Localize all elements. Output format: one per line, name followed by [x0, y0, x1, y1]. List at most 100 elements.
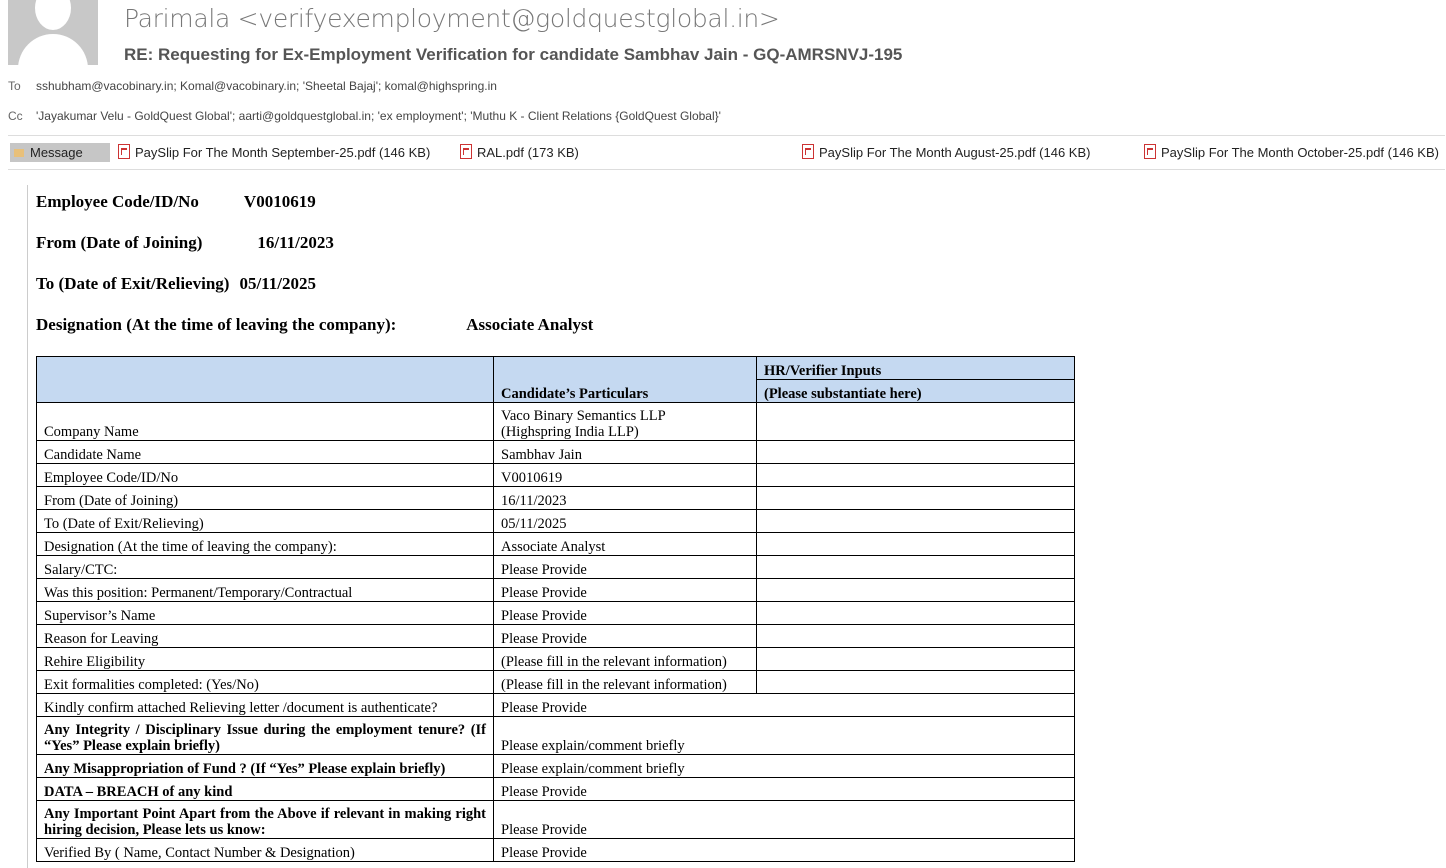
header-substantiate: (Please substantiate here) [756, 379, 1075, 403]
verification-table: Candidate’s Particulars HR/Verifier Input… [36, 356, 1075, 862]
hr-input-cell[interactable] [756, 647, 1075, 671]
row-label: Supervisor’s Name [36, 601, 494, 625]
attachment-ral[interactable]: RAL.pdf (173 KB) [460, 144, 579, 160]
attachment-bar: Message PaySlip For The Month September-… [8, 135, 1445, 170]
message-tab[interactable]: Message [10, 143, 110, 162]
attachment-label: PaySlip For The Month September-25.pdf (… [135, 145, 431, 160]
row-label: Any Integrity / Disciplinary Issue durin… [36, 716, 494, 755]
row-value: Please Provide [493, 578, 757, 602]
row-label: Verified By ( Name, Contact Number & Des… [36, 838, 494, 862]
hr-input-cell[interactable] [756, 486, 1075, 510]
row-label: Employee Code/ID/No [36, 463, 494, 487]
row-value: Please Provide [493, 838, 1075, 862]
attachment-payslip-august[interactable]: PaySlip For The Month August-25.pdf (146… [802, 144, 1090, 160]
hr-input-cell[interactable] [756, 555, 1075, 579]
hr-input-cell[interactable] [756, 463, 1075, 487]
attachment-label: PaySlip For The Month October-25.pdf (14… [1161, 145, 1439, 160]
cc-label: Cc [8, 109, 23, 123]
table-row: Exit formalities completed: (Yes/No) (Ple… [36, 670, 1075, 694]
row-label: Was this position: Permanent/Temporary/C… [36, 578, 494, 602]
label: To (Date of Exit/Relieving) [36, 274, 230, 293]
table-row: Any Integrity / Disciplinary Issue durin… [36, 716, 1075, 755]
table-row: Candidate Name Sambhav Jain [36, 440, 1075, 464]
value: Associate Analyst [466, 315, 594, 334]
hr-input-cell[interactable] [756, 670, 1075, 694]
pdf-icon [118, 144, 130, 159]
cc-line: Cc 'Jayakumar Velu - GoldQuest Global'; a… [8, 109, 721, 123]
row-label: To (Date of Exit/Relieving) [36, 509, 494, 533]
row-value: 16/11/2023 [493, 486, 757, 510]
employee-code-line: Employee Code/ID/No V0010619 [36, 192, 316, 212]
row-value: Please Provide [493, 693, 1075, 717]
to-recipients[interactable]: sshubham@vacobinary.in; Komal@vacobinary… [36, 79, 497, 93]
quote-divider [27, 185, 28, 868]
table-row: DATA – BREACH of any kind Please Provide [36, 777, 1075, 801]
row-value: Please Provide [493, 624, 757, 648]
row-value: Please explain/comment briefly [493, 754, 1075, 778]
row-value: Sambhav Jain [493, 440, 757, 464]
row-value: Associate Analyst [493, 532, 757, 556]
sender-avatar [8, 0, 98, 65]
email-subject: RE: Requesting for Ex-Employment Verific… [124, 45, 903, 64]
row-label: Salary/CTC: [36, 555, 494, 579]
attachment-payslip-september[interactable]: PaySlip For The Month September-25.pdf (… [118, 144, 430, 160]
label: Designation (At the time of leaving the … [36, 315, 397, 334]
table-row: To (Date of Exit/Relieving) 05/11/2025 [36, 509, 1075, 533]
row-value: Vaco Binary Semantics LLP (Highspring Ind… [493, 402, 757, 441]
hr-input-cell[interactable] [756, 601, 1075, 625]
row-value: Please Provide [493, 777, 1075, 801]
row-label: Any Important Point Apart from the Above… [36, 800, 494, 839]
hr-input-cell[interactable] [756, 402, 1075, 441]
envelope-icon [14, 149, 24, 157]
value: 16/11/2023 [257, 233, 334, 252]
header-hr-inputs: HR/Verifier Inputs [756, 356, 1075, 380]
row-label: Any Misappropriation of Fund ? (If “Yes”… [36, 754, 494, 778]
row-label: Designation (At the time of leaving the … [36, 532, 494, 556]
table-row: Any Important Point Apart from the Above… [36, 800, 1075, 839]
row-value: (Please fill in the relevant information… [493, 647, 757, 671]
table-row: Salary/CTC: Please Provide [36, 555, 1075, 579]
message-tab-label: Message [30, 145, 83, 160]
table-row: Designation (At the time of leaving the … [36, 532, 1075, 556]
row-value: V0010619 [493, 463, 757, 487]
hr-input-cell[interactable] [756, 509, 1075, 533]
header-candidate-particulars: Candidate’s Particulars [493, 356, 757, 403]
designation-line: Designation (At the time of leaving the … [36, 315, 593, 335]
table-row: Verified By ( Name, Contact Number & Des… [36, 838, 1075, 862]
row-value-line: Vaco Binary Semantics LLP [501, 408, 666, 424]
row-value: 05/11/2025 [493, 509, 757, 533]
table-row: Supervisor’s Name Please Provide [36, 601, 1075, 625]
hr-input-cell[interactable] [756, 440, 1075, 464]
joining-date-line: From (Date of Joining) 16/11/2023 [36, 233, 334, 253]
row-label: Candidate Name [36, 440, 494, 464]
pdf-icon [460, 144, 472, 159]
hr-input-cell[interactable] [756, 624, 1075, 648]
row-value: Please Provide [493, 800, 1075, 839]
table-row: Rehire Eligibility (Please fill in the re… [36, 647, 1075, 671]
table-row: From (Date of Joining) 16/11/2023 [36, 486, 1075, 510]
sender: Parimala <verifyexemployment@goldquestgl… [124, 4, 780, 33]
hr-input-cell[interactable] [756, 578, 1075, 602]
row-label: From (Date of Joining) [36, 486, 494, 510]
table-row: Was this position: Permanent/Temporary/C… [36, 578, 1075, 602]
row-label: Kindly confirm attached Relieving letter… [36, 693, 494, 717]
value: 05/11/2025 [239, 274, 316, 293]
attachment-label: PaySlip For The Month August-25.pdf (146… [819, 145, 1091, 160]
row-value: Please explain/comment briefly [493, 716, 1075, 755]
table-row: Kindly confirm attached Relieving letter… [36, 693, 1075, 717]
table-row: Reason for Leaving Please Provide [36, 624, 1075, 648]
table-header-row: Candidate’s Particulars HR/Verifier Input… [36, 356, 1075, 403]
to-line: To sshubham@vacobinary.in; Komal@vacobina… [8, 79, 497, 93]
hr-input-cell[interactable] [756, 532, 1075, 556]
row-value: (Please fill in the relevant information… [493, 670, 757, 694]
cc-recipients[interactable]: 'Jayakumar Velu - GoldQuest Global'; aar… [36, 109, 721, 123]
row-value: Please Provide [493, 555, 757, 579]
label: Employee Code/ID/No [36, 192, 199, 211]
table-row: Company Name Vaco Binary Semantics LLP (Hi… [36, 402, 1075, 441]
row-label: Reason for Leaving [36, 624, 494, 648]
attachment-payslip-october[interactable]: PaySlip For The Month October-25.pdf (14… [1144, 144, 1439, 160]
row-label: DATA – BREACH of any kind [36, 777, 494, 801]
row-value: Please Provide [493, 601, 757, 625]
row-label: Exit formalities completed: (Yes/No) [36, 670, 494, 694]
row-label: Rehire Eligibility [36, 647, 494, 671]
